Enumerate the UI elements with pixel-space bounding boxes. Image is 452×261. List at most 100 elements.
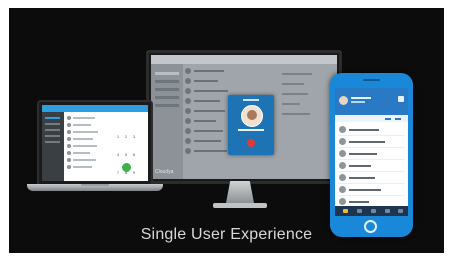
list-item[interactable] [338,173,405,184]
contact-name [194,90,228,92]
avatar [185,108,191,114]
detail-line [282,93,308,95]
dialpad-key[interactable]: 4 [115,152,121,158]
tab[interactable] [385,118,391,120]
monitor-stand [226,181,254,203]
contact-name [194,110,225,112]
contact-name [194,140,221,142]
contact-name [194,80,218,82]
laptop-app-titlebar [42,105,148,112]
laptop-app-screen: 123 456 789 *0# [42,105,148,181]
list-item[interactable] [67,150,107,156]
avatar [185,138,191,144]
sidebar-item[interactable] [155,88,179,91]
list-item[interactable] [67,164,107,170]
sidebar-item[interactable] [45,123,60,125]
list-item[interactable] [338,125,405,136]
sidebar-item[interactable] [45,129,60,131]
contact-name [73,145,97,147]
nav-icon[interactable] [357,209,362,213]
laptop: 123 456 789 *0# [37,100,153,186]
call-button[interactable] [122,163,131,172]
avatar [67,116,71,120]
avatar [339,162,346,169]
avatar [185,78,191,84]
avatar [339,126,346,133]
user-status [351,101,365,103]
contact-name [73,131,98,133]
sidebar-item[interactable] [155,80,179,83]
avatar [339,174,346,181]
caller-avatar [241,105,263,127]
dialpad-key[interactable]: 7 [115,170,121,176]
nav-icon[interactable] [371,209,376,213]
list-item[interactable] [67,115,107,121]
dialpad-key[interactable]: 9 [131,170,137,176]
avatar [67,137,71,141]
sidebar-item[interactable] [155,72,179,75]
contact-name [349,141,385,143]
desktop-detail-panel [278,69,333,159]
avatar [339,198,346,205]
incoming-call-dialog [228,95,274,155]
contact-name [73,117,95,119]
list-item[interactable] [185,77,240,86]
list-item[interactable] [338,137,405,148]
laptop-app-sidebar [42,112,64,181]
avatar [185,68,191,74]
contact-name [194,130,223,132]
contact-name [194,150,227,152]
sidebar-item[interactable] [155,96,179,99]
list-item[interactable] [67,157,107,163]
call-status [243,99,259,101]
contact-name [73,159,96,161]
monitor-stand-base [213,203,267,208]
sidebar-item[interactable] [45,141,60,143]
phone-contact-list [338,125,405,216]
presentation-slide: Cloudya 1 2 3 4 5 6 7 8 9 Single User Ex… [9,8,444,253]
dialpad-key[interactable]: 6 [131,152,137,158]
contact-name [73,166,92,168]
phone-app-header [335,88,408,115]
desktop-app-logo: Cloudya [155,169,174,175]
detail-line [282,83,304,85]
list-item[interactable] [185,67,240,76]
detail-line [282,73,312,75]
tab[interactable] [395,118,401,120]
phone-bottom-nav [335,206,408,216]
dialpad-key[interactable]: 1 [115,134,121,140]
dialpad-key[interactable]: 2 [123,134,129,140]
slide-caption: Single User Experience [140,226,313,243]
desktop-app-screen: Cloudya [151,55,337,179]
avatar [339,186,346,193]
contact-name [194,70,224,72]
list-item[interactable] [67,136,107,142]
list-item[interactable] [338,149,405,160]
desktop-app-sidebar: Cloudya [151,64,183,179]
menu-icon[interactable] [398,96,404,102]
detail-line [282,103,300,105]
avatar [185,118,191,124]
sidebar-item[interactable] [45,135,60,137]
list-item[interactable] [67,122,107,128]
nav-icon[interactable] [385,209,390,213]
contact-name [349,177,375,179]
nav-icon[interactable] [343,209,348,213]
nav-icon[interactable] [398,209,403,213]
list-item[interactable] [67,129,107,135]
caller-name [238,129,264,131]
contact-name [349,189,381,191]
sidebar-item[interactable] [45,117,60,119]
sidebar-item[interactable] [155,104,179,107]
end-call-button[interactable] [247,139,255,147]
dialpad-key[interactable]: 3 [131,134,137,140]
phone-app-screen [335,88,408,216]
avatar [185,98,191,104]
user-name [351,97,371,99]
dialpad-key[interactable]: 5 [123,152,129,158]
list-item[interactable] [338,161,405,172]
list-item[interactable] [67,143,107,149]
desktop-monitor: Cloudya [146,50,342,184]
avatar [185,148,191,154]
list-item[interactable] [338,185,405,196]
